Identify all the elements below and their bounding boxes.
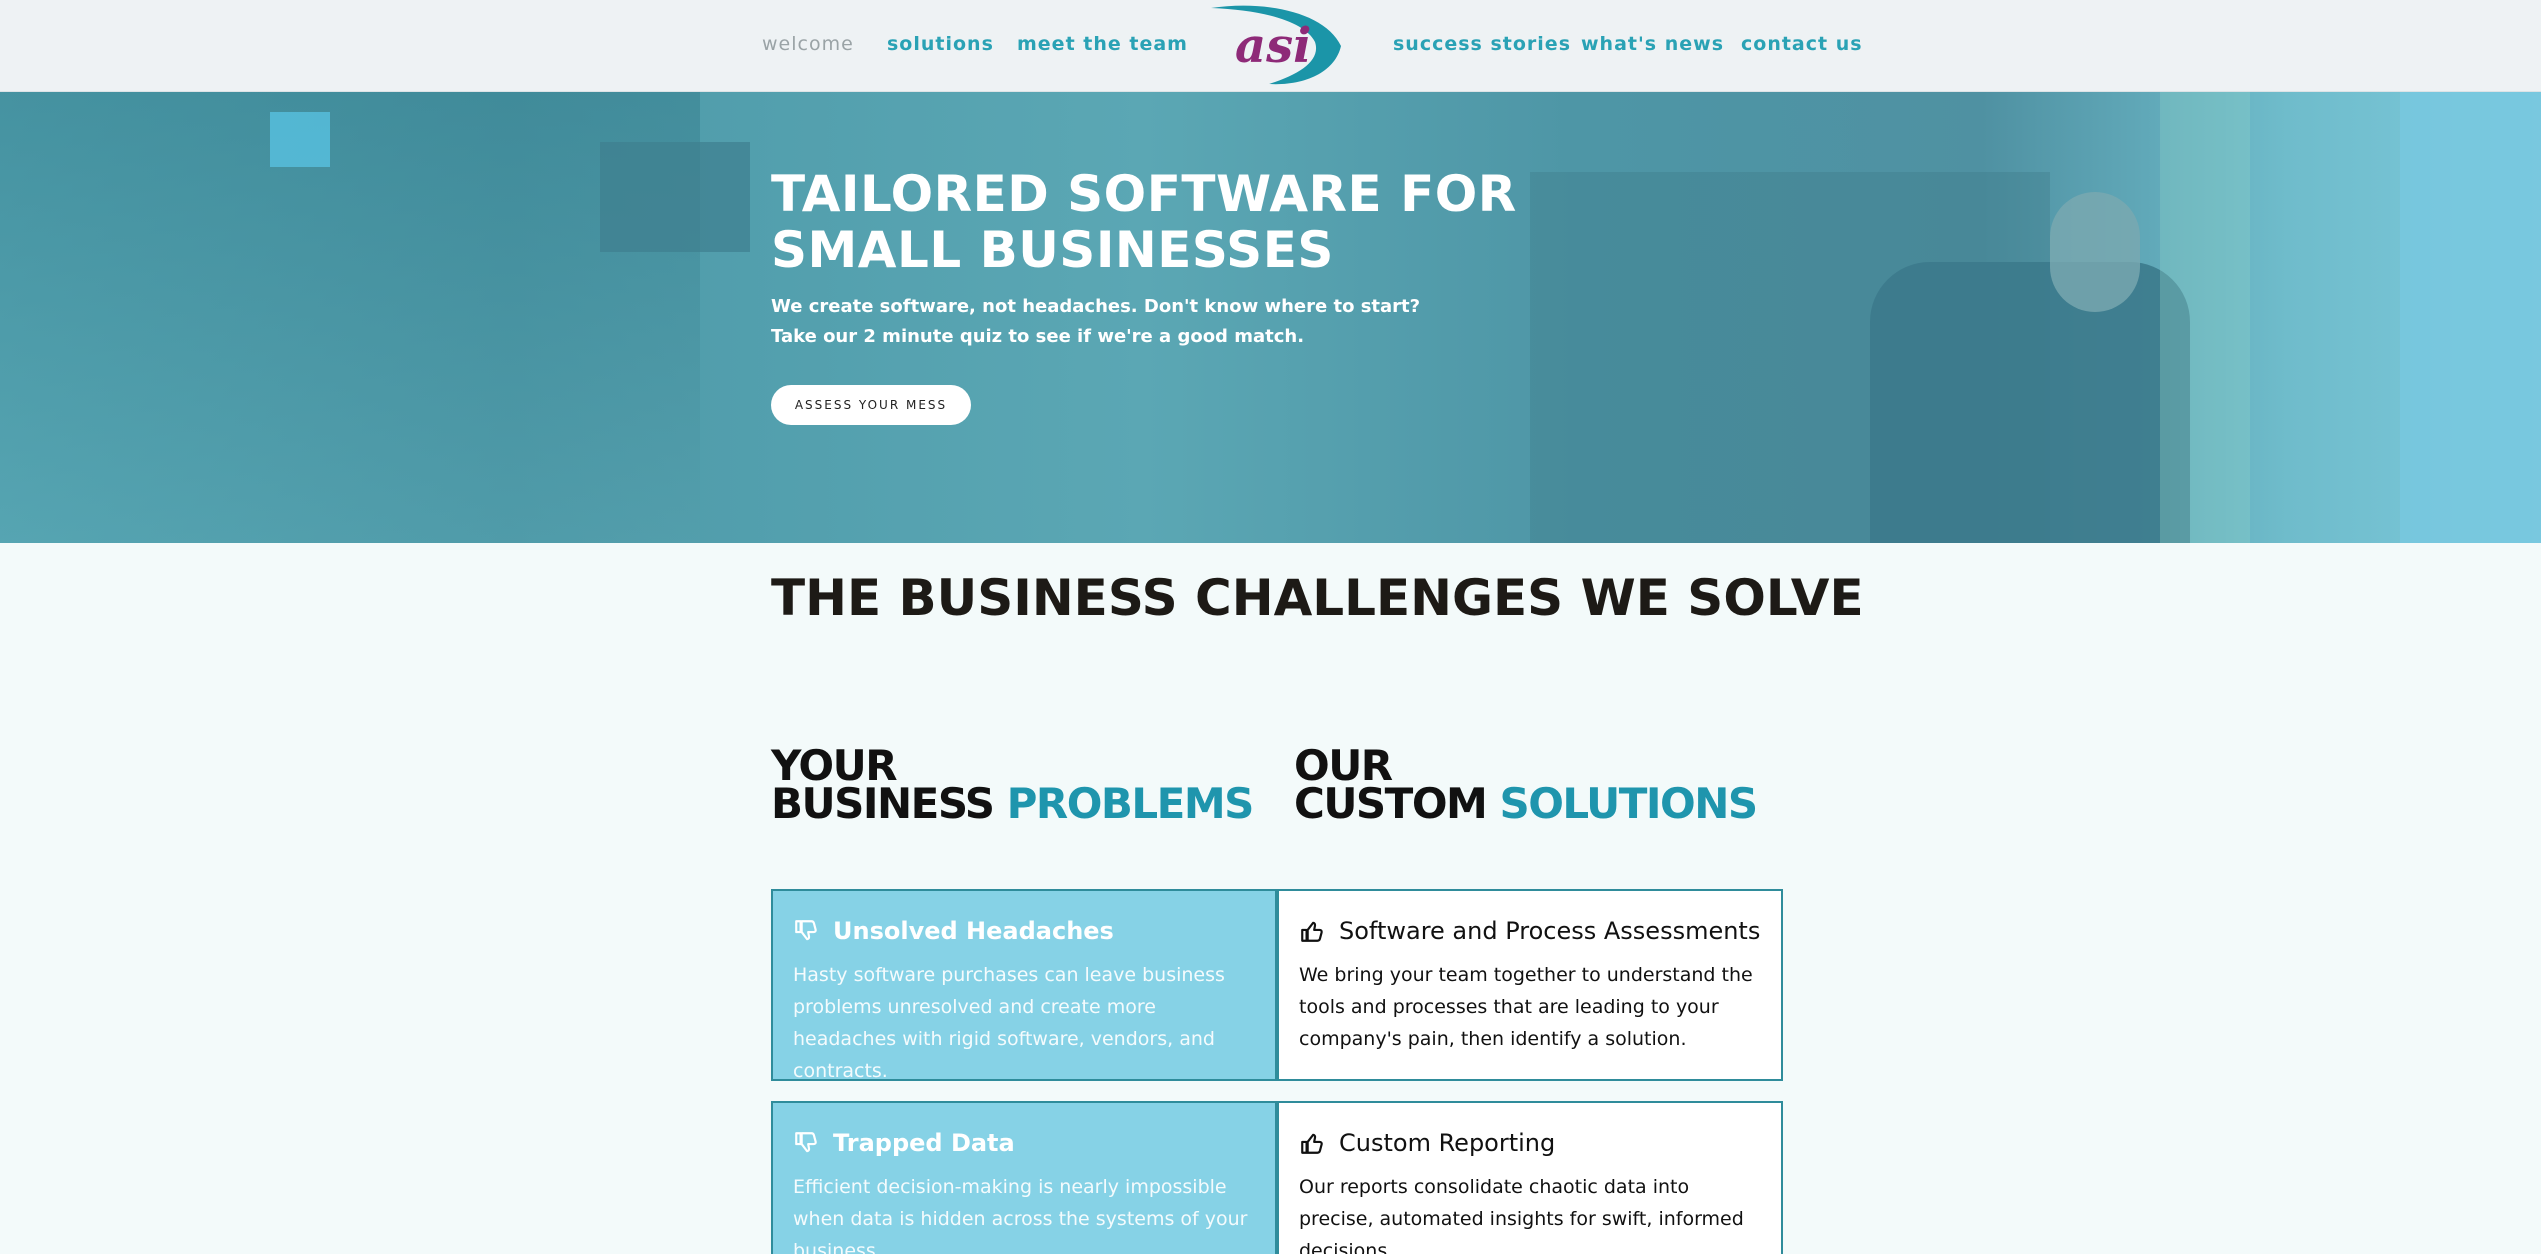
hero-title: TAILORED SOFTWARE FOR SMALL BUSINESSES (771, 165, 1517, 279)
section-title: THE BUSINESS CHALLENGES WE SOLVE (771, 569, 1864, 627)
hero-subtitle: We create software, not headaches. Don't… (771, 292, 1471, 352)
solution-title: Custom Reporting (1339, 1129, 1556, 1157)
top-navigation: welcome solutions meet the team asi succ… (0, 0, 2541, 92)
thumbs-up-icon (1301, 921, 1323, 942)
hero-background-chair (1870, 262, 2190, 543)
thumbs-up-icon (1301, 1133, 1323, 1154)
nav-link-success-stories[interactable]: success stories (1393, 33, 1571, 55)
nav-link-whats-news[interactable]: what's news (1581, 33, 1724, 55)
hero-subtitle-line2: Take our 2 minute quiz to see if we're a… (771, 326, 1305, 347)
solutions-heading-line2: CUSTOM (1294, 779, 1488, 828)
solution-text: We bring your team together to understan… (1299, 964, 1753, 1050)
nav-link-welcome[interactable]: welcome (762, 33, 854, 55)
hero-background-window (2400, 92, 2541, 543)
problems-heading-line2: BUSINESS (771, 779, 995, 828)
solutions-heading-accent: SOLUTIONS (1499, 779, 1758, 828)
nav-link-meet-the-team[interactable]: meet the team (1017, 33, 1188, 55)
asi-logo[interactable]: asi (1205, 2, 1345, 88)
hero-background-door (2160, 92, 2250, 543)
hero-background-cabinet (600, 142, 750, 252)
thumbs-down-icon (795, 1132, 817, 1153)
problem-card-unsolved-headaches: Unsolved Headaches Hasty software purcha… (771, 889, 1277, 1082)
problem-card-trapped-data: Trapped Data Efficient decision-making i… (771, 1101, 1277, 1254)
problem-text: Hasty software purchases can leave busin… (793, 964, 1225, 1082)
problem-title: Trapped Data (833, 1129, 1015, 1157)
logo-text: asi (1235, 18, 1311, 74)
nav-link-contact-us[interactable]: contact us (1741, 33, 1863, 55)
hero-subtitle-line1: We create software, not headaches. Don't… (771, 296, 1421, 317)
problem-title: Unsolved Headaches (833, 917, 1114, 945)
thumbs-down-icon (795, 920, 817, 941)
nav-link-solutions[interactable]: solutions (887, 33, 994, 55)
solution-card-custom-reporting: Custom Reporting Our reports consolidate… (1277, 1101, 1783, 1254)
solution-card-software-assessments: Software and Process Assessments We brin… (1277, 889, 1783, 1081)
hero-background-monitor (270, 112, 330, 167)
problems-heading-accent: PROBLEMS (1006, 779, 1255, 828)
hero-background-person (2050, 192, 2140, 312)
solution-text: Our reports consolidate chaotic data int… (1299, 1176, 1744, 1254)
assess-your-mess-button[interactable]: ASSESS YOUR MESS (771, 385, 971, 425)
problems-heading: YOUR BUSINESS PROBLEMS (771, 745, 1254, 825)
solutions-heading: OUR CUSTOM SOLUTIONS (1294, 745, 1758, 825)
problem-text: Efficient decision-making is nearly impo… (793, 1176, 1248, 1254)
hero-banner: TAILORED SOFTWARE FOR SMALL BUSINESSES W… (0, 92, 2541, 543)
solution-title: Software and Process Assessments (1339, 917, 1761, 945)
hero-background-office (0, 92, 700, 543)
